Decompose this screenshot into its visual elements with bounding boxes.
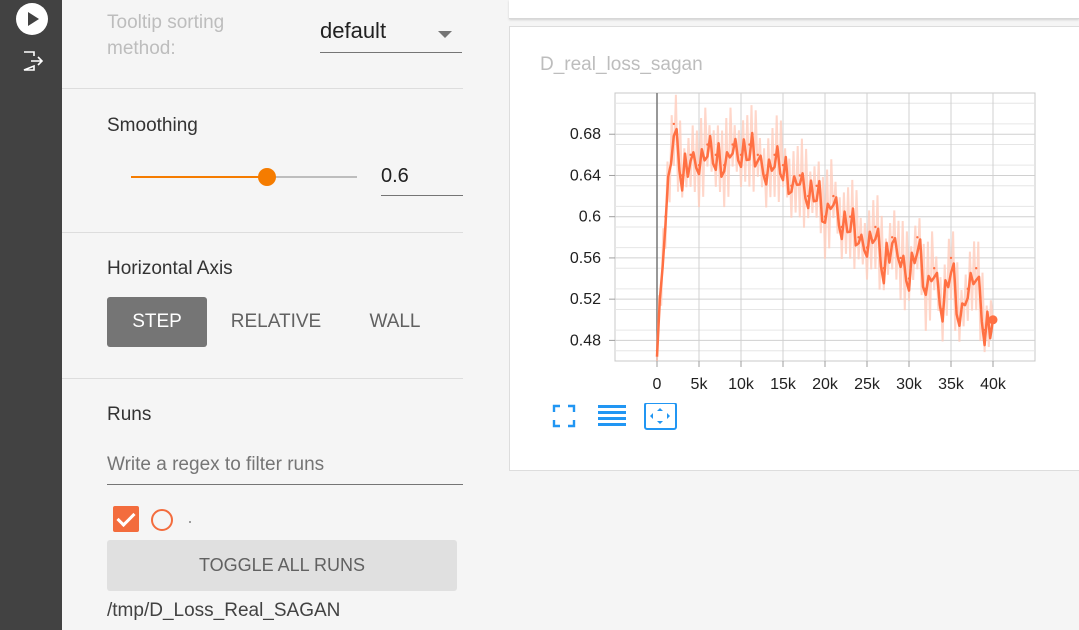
smoothing-slider-knob[interactable] [257,168,276,186]
series-point[interactable] [924,287,927,291]
x-tick-label: 25k [854,376,881,393]
chart-svg[interactable]: 0.48 0.52 0.56 0.6 0.64 0.68 0 5k 10k 15k 20k 25k 30… [510,27,1079,397]
previous-card-edge [509,0,1079,19]
axis-step-button[interactable]: STEP [107,297,207,347]
axis-relative-button[interactable]: RELATIVE [222,297,330,347]
run-radio[interactable] [151,509,173,531]
series-point[interactable] [773,153,776,157]
x-tick-label: 40k [980,376,1007,393]
fit-domain-icon[interactable] [644,403,677,430]
series-point[interactable] [983,328,986,332]
series-point[interactable] [697,163,701,167]
y-tick-label: 0.48 [570,332,601,349]
x-tick-label: 35k [938,376,965,393]
tooltip-section: Tooltip sorting method: default [62,0,463,89]
series-point[interactable] [840,225,843,229]
series-point[interactable] [798,174,801,177]
series-point[interactable] [756,153,759,157]
y-tick-label: 0.6 [579,209,601,226]
series-point[interactable] [706,143,709,146]
smoothing-slider[interactable] [131,168,357,186]
run-checkbox[interactable] [113,506,139,532]
smoothing-label: Smoothing [107,115,198,136]
x-tick-label: 5k [691,376,709,393]
tooltip-sorting-value: default [320,18,387,43]
x-tick-label: 15k [770,376,797,393]
chart-card: D_real_loss_sagan 0.48 0.52 0.56 0.6 0.64 0.6… [509,26,1079,471]
series-point[interactable] [781,163,785,167]
series-point[interactable] [672,122,675,126]
play-icon[interactable] [16,3,48,35]
series-point[interactable] [975,267,978,270]
series-point[interactable] [807,194,810,198]
list-icon[interactable] [598,405,626,426]
logout-icon[interactable] [22,50,44,72]
series-point[interactable] [790,184,793,187]
series-point[interactable] [815,184,818,187]
runs-label: Runs [107,404,152,425]
series-point[interactable] [865,246,869,249]
x-tick-label: 10k [728,376,755,393]
series-point[interactable] [941,308,944,311]
series-point[interactable] [849,215,852,218]
y-tick-label: 0.64 [570,167,601,184]
series-point[interactable] [731,143,734,146]
smoothing-slider-fill [131,176,267,178]
series-point[interactable] [966,287,969,291]
series-end-marker[interactable] [988,315,998,325]
axis-wall-button[interactable]: WALL [342,297,448,347]
smoothing-input[interactable]: 0.6 [381,160,463,196]
y-tick-label: 0.52 [570,291,601,308]
left-rail [0,0,62,630]
series-point[interactable] [739,153,743,157]
chevron-down-icon [438,31,452,38]
series-point[interactable] [714,153,717,157]
toggle-all-runs-button[interactable]: TOGGLE ALL RUNS [107,540,457,591]
series-point[interactable] [655,349,659,352]
series-point[interactable] [681,174,684,177]
series-point[interactable] [916,236,919,239]
series-point[interactable] [882,267,885,270]
chart-toolbar [552,403,677,430]
series-point[interactable] [723,163,726,167]
sidebar: Tooltip sorting method: default Smoothin… [62,0,463,630]
x-tick-label: 0 [653,376,662,393]
x-tick-label: 30k [896,376,923,393]
horizontal-axis-label: Horizontal Axis [107,258,233,279]
series-point[interactable] [689,153,692,157]
runs-filter-input[interactable] [107,446,463,485]
run-path-label: /tmp/D_Loss_Real_SAGAN [107,600,341,621]
run-dot [189,521,191,523]
series-point[interactable] [899,256,902,260]
series-point[interactable] [748,143,751,146]
series-point[interactable] [874,225,877,229]
y-tick-label: 0.56 [570,250,601,267]
tooltip-sorting-label: Tooltip sorting method: [107,12,225,59]
series-point[interactable] [857,236,860,239]
series-point[interactable] [949,256,953,260]
series-point[interactable] [664,215,667,218]
series-point[interactable] [958,318,961,321]
series-point[interactable] [907,277,911,280]
y-tick-label: 0.68 [570,126,601,143]
series-point[interactable] [832,194,835,198]
series-point[interactable] [765,174,768,177]
x-tick-label: 20k [812,376,839,393]
fullscreen-icon[interactable] [552,404,576,428]
series-point[interactable] [891,236,894,239]
series-point[interactable] [933,267,936,270]
series-point[interactable] [823,215,827,218]
tooltip-sorting-dropdown[interactable]: default [320,18,462,53]
